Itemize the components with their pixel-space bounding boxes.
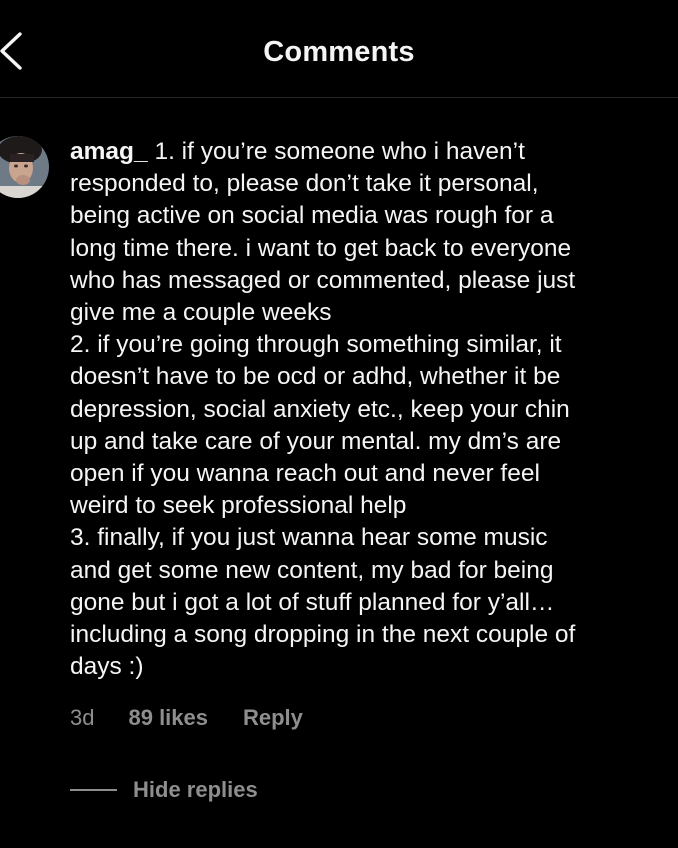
avatar[interactable] bbox=[0, 136, 50, 198]
comment-line: including a song dropping in the next co… bbox=[70, 621, 576, 649]
comment-line: who has messaged or commented, please ju… bbox=[70, 266, 576, 294]
page-title: Comments bbox=[263, 36, 415, 68]
comment-line: and get some new content, my bad for bei… bbox=[70, 556, 554, 584]
profile-photo bbox=[0, 136, 49, 198]
comment-line: doesn’t have to be ocd or adhd, whether … bbox=[70, 363, 561, 391]
comment-line: amag_ 1. if you’re someone who i haven’t bbox=[70, 136, 676, 168]
comment-username[interactable]: amag_ bbox=[70, 138, 148, 165]
hide-replies-button[interactable]: Hide replies bbox=[70, 775, 258, 805]
comment-line: being active on social media was rough f… bbox=[70, 202, 554, 230]
comment-line: up and take care of your mental. my dm’s… bbox=[70, 427, 562, 455]
comment-line: depression, social anxiety etc., keep yo… bbox=[70, 395, 570, 423]
comment-line: gone but i got a lot of stuff planned fo… bbox=[70, 588, 555, 616]
comment-line: days :) bbox=[70, 653, 144, 681]
comment-line: long time there. i want to get back to e… bbox=[70, 234, 572, 262]
hide-replies-label: Hide replies bbox=[133, 777, 258, 802]
comment-line: 3. finally, if you just wanna hear some … bbox=[70, 524, 548, 552]
comment-line: 2. if you’re going through something sim… bbox=[70, 331, 562, 359]
comment-line: responded to, please don’t take it perso… bbox=[70, 170, 539, 198]
comment-line: open if you wanna reach out and never fe… bbox=[70, 460, 540, 488]
comment-line: give me a couple weeks bbox=[70, 299, 332, 327]
reply-button[interactable]: Reply bbox=[243, 705, 303, 731]
header-bar: Comments bbox=[0, 0, 678, 98]
comment-body: amag_ 1. if you’re someone who i haven’t… bbox=[70, 136, 676, 683]
comment-text-fragment: 1. if you’re someone who i haven’t bbox=[147, 138, 525, 165]
replies-divider bbox=[70, 789, 117, 791]
comment-timestamp: 3d bbox=[70, 705, 95, 730]
comment-line: weird to seek professional help bbox=[70, 492, 407, 520]
comment-meta: 3d 89 likes Reply bbox=[70, 703, 303, 733]
likes-count[interactable]: 89 likes bbox=[128, 705, 208, 731]
